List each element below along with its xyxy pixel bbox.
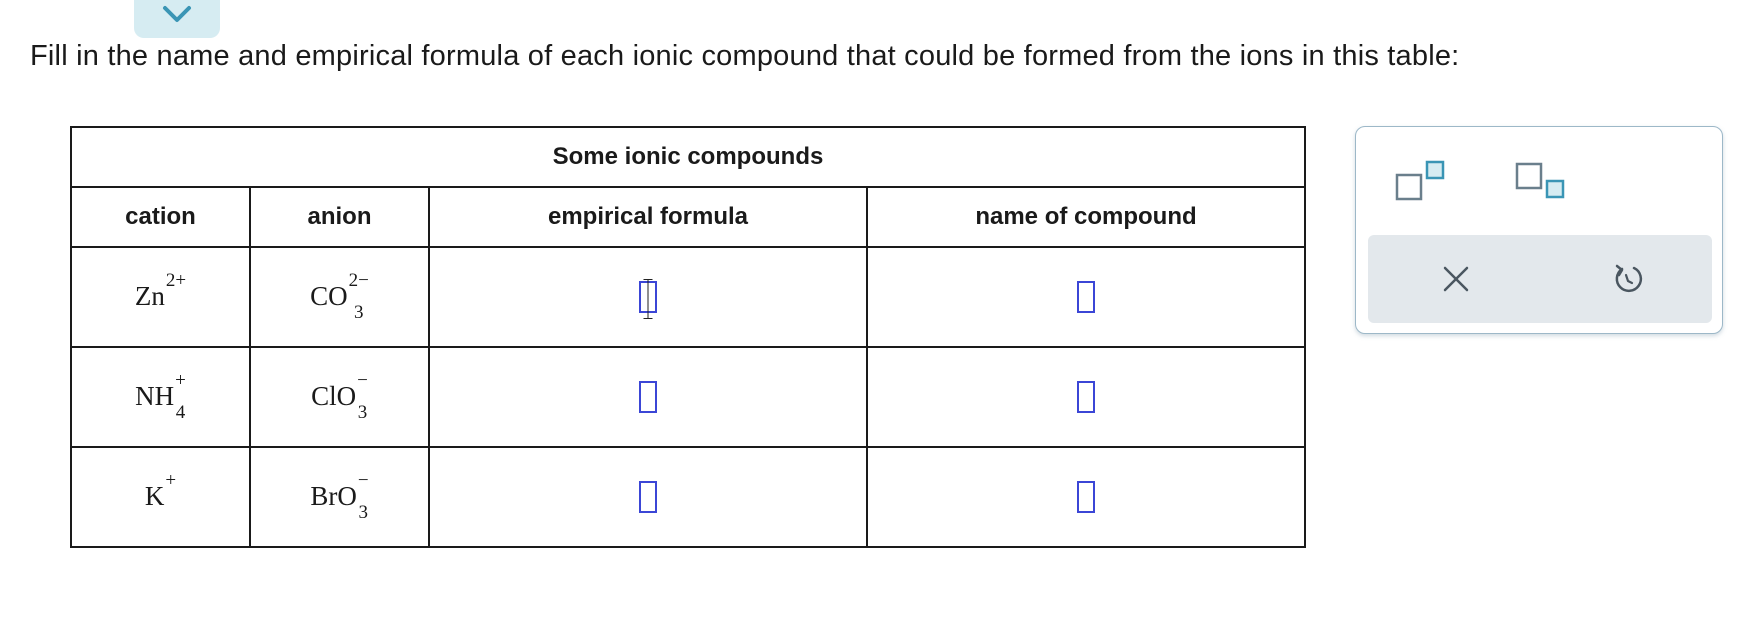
- anion-cell: CO 2− 3: [249, 246, 430, 348]
- ion-base: ClO: [311, 381, 357, 411]
- superscript-button[interactable]: [1394, 159, 1450, 207]
- anion-cell: BrO − 3: [249, 446, 430, 548]
- ion-subscript: 3: [354, 302, 364, 323]
- compound-name-cell: [866, 446, 1306, 548]
- clear-button[interactable]: [1438, 261, 1474, 297]
- collapse-tab[interactable]: [134, 0, 220, 38]
- text-cursor: [643, 279, 653, 319]
- table-row: NH + 4 ClO − 3: [70, 346, 1306, 448]
- anion-ion: ClO − 3: [311, 371, 368, 422]
- table-row: Zn 2+ CO 2− 3: [70, 246, 1306, 348]
- ion-base: Zn: [134, 281, 165, 311]
- ion-charge: 2+: [165, 270, 187, 291]
- column-header-cation: cation: [70, 186, 251, 248]
- clear-icon: [1443, 266, 1469, 292]
- ion-charge: +: [165, 470, 177, 491]
- cation-ion: K +: [144, 471, 176, 511]
- ion-charge: +: [175, 370, 186, 391]
- anion-ion: CO 2− 3: [310, 271, 369, 322]
- empirical-formula-input[interactable]: [639, 381, 657, 413]
- question-prompt: Fill in the name and empirical formula o…: [30, 40, 1460, 72]
- column-header-name: name of compound: [866, 186, 1306, 248]
- subscript-button[interactable]: [1514, 161, 1570, 209]
- ion-subscript: 3: [357, 402, 368, 423]
- ion-base: BrO: [310, 481, 357, 511]
- column-header-anion: anion: [249, 186, 430, 248]
- cation-cell: K +: [70, 446, 251, 548]
- ion-charge: −: [357, 470, 369, 491]
- math-toolbox: [1355, 126, 1723, 334]
- empirical-formula-input[interactable]: [639, 481, 657, 513]
- empirical-formula-cell: [428, 246, 868, 348]
- cation-ion: NH + 4: [135, 371, 186, 422]
- ion-base: CO: [310, 281, 348, 311]
- ion-subscript: 4: [175, 402, 186, 423]
- empirical-formula-cell: [428, 446, 868, 548]
- anion-cell: ClO − 3: [249, 346, 430, 448]
- ion-subscript: 3: [358, 502, 369, 523]
- compound-name-input[interactable]: [1077, 281, 1095, 313]
- compound-name-input[interactable]: [1077, 381, 1095, 413]
- ion-charge: −: [357, 370, 368, 391]
- subscript-icon: [1515, 162, 1565, 199]
- cation-cell: NH + 4: [70, 346, 251, 448]
- ion-subscript: [165, 503, 176, 517]
- empirical-formula-cell: [428, 346, 868, 448]
- cation-ion: Zn 2+: [134, 271, 186, 311]
- anion-ion: BrO − 3: [310, 471, 368, 522]
- empirical-formula-input[interactable]: [639, 279, 657, 319]
- ion-base: K: [144, 481, 165, 511]
- ion-charge: 2−: [348, 270, 369, 291]
- cation-cell: Zn 2+: [70, 246, 251, 348]
- compound-name-cell: [866, 246, 1306, 348]
- superscript-icon: [1395, 160, 1445, 201]
- table-row: K + BrO − 3: [70, 446, 1306, 548]
- chevron-down-icon: [163, 6, 191, 22]
- table-caption: Some ionic compounds: [70, 126, 1306, 188]
- undo-icon: [1615, 264, 1643, 293]
- column-header-empirical-formula: empirical formula: [428, 186, 868, 248]
- toolbox-action-bar: [1368, 235, 1712, 323]
- compound-name-input[interactable]: [1077, 481, 1095, 513]
- ionic-compounds-table: Some ionic compounds cation anion empiri…: [70, 126, 1306, 548]
- ion-base: NH: [135, 381, 175, 411]
- undo-button[interactable]: [1610, 261, 1646, 297]
- compound-name-cell: [866, 346, 1306, 448]
- ion-subscript: [166, 303, 186, 317]
